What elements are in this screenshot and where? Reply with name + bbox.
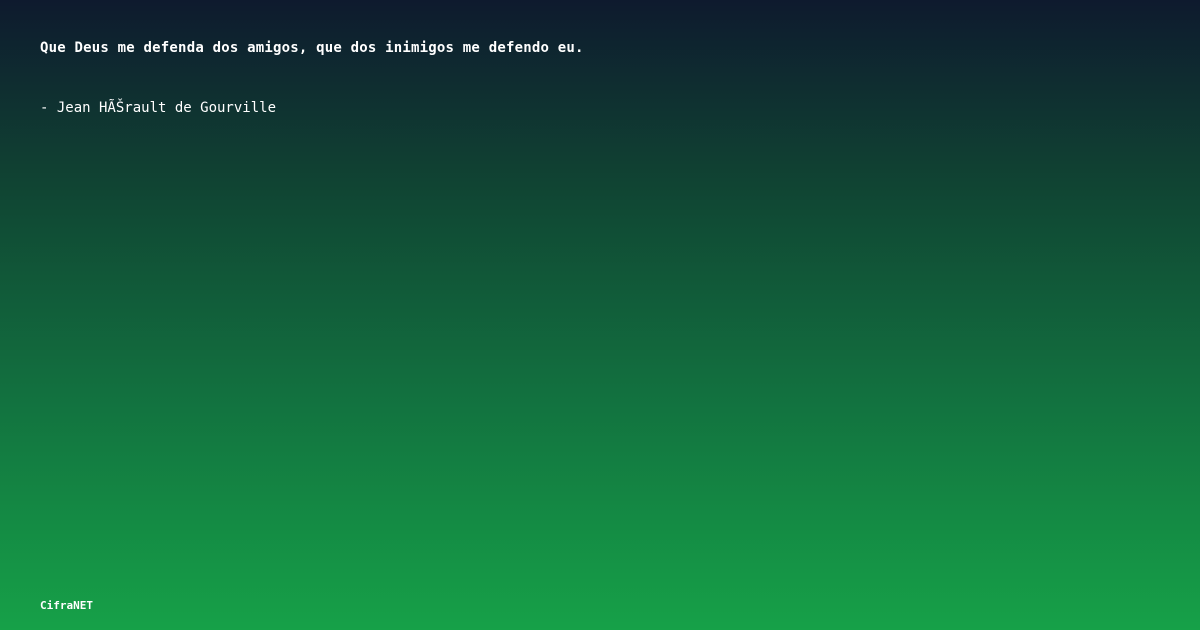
brand-logo-text: CifraNET bbox=[40, 599, 93, 612]
quote-author: - Jean HÃŠrault de Gourville bbox=[40, 100, 277, 116]
quote-text: Que Deus me defenda dos amigos, que dos … bbox=[40, 40, 584, 56]
quote-card: Que Deus me defenda dos amigos, que dos … bbox=[0, 0, 1200, 630]
